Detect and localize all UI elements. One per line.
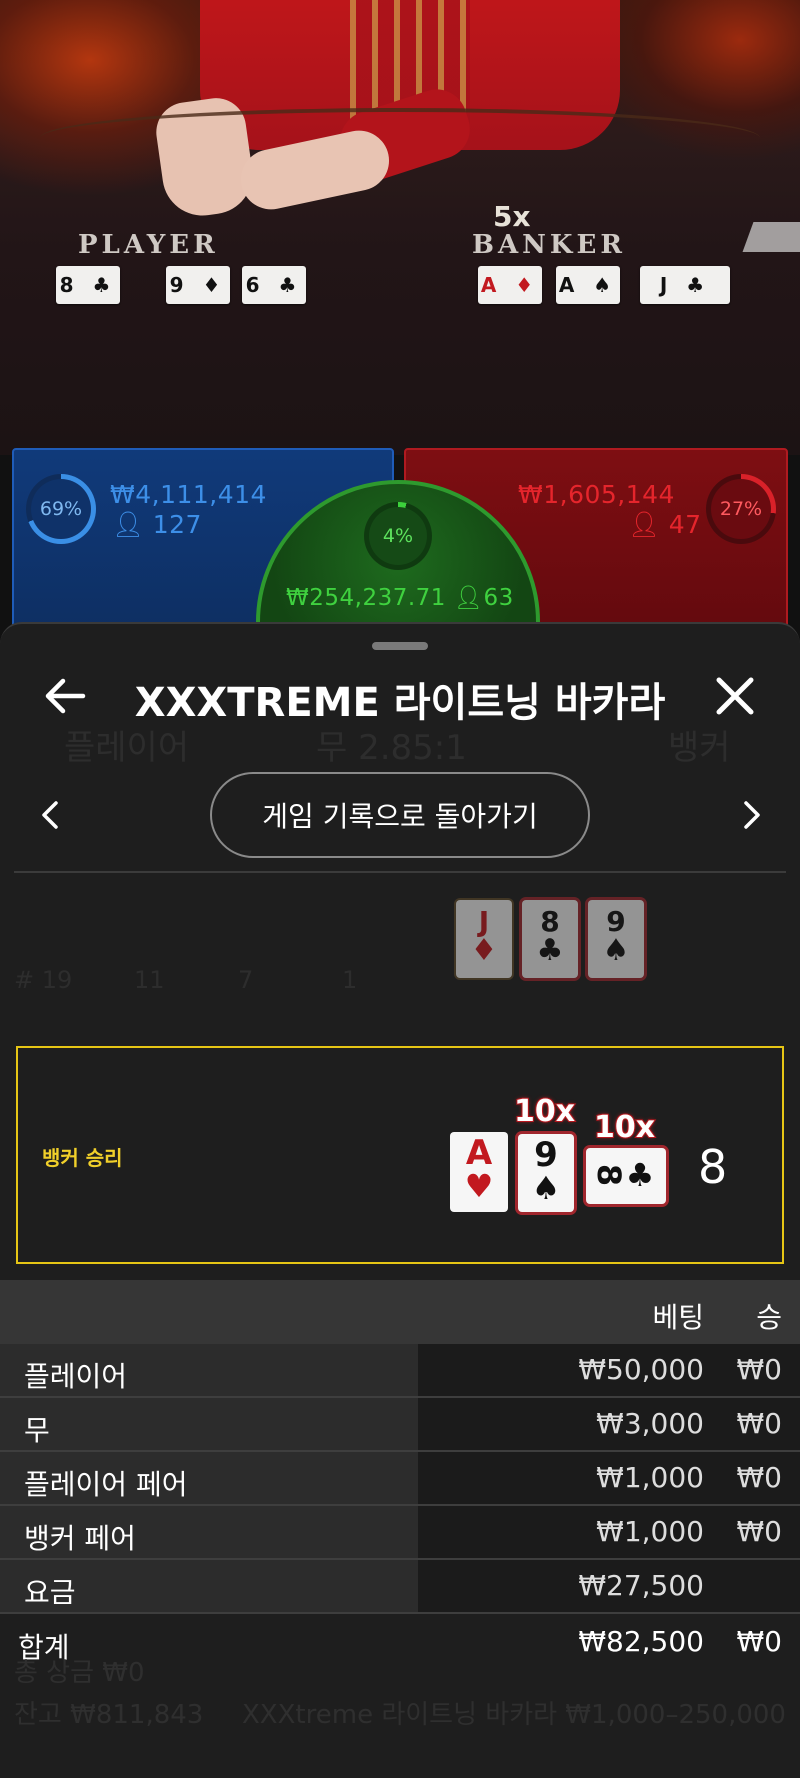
chevron-right-icon xyxy=(744,800,760,829)
previous-round-button[interactable] xyxy=(30,794,70,838)
banker-bettor-count: 👤︎ 47 xyxy=(628,510,702,539)
close-icon xyxy=(716,677,754,714)
table-card-banker-2: A ♠ xyxy=(556,266,620,304)
table-row: 플레이어 페어 ₩1,000 ₩0 xyxy=(0,1452,800,1506)
ghost-tie-count: 1 xyxy=(342,966,358,994)
table-card-banker-3: J ♣ xyxy=(640,266,730,304)
banker-percent: 27% xyxy=(719,498,763,520)
banker-result-row: 뱅커 승리 A ♥ 10x 9 ♠ 10x 8 ♣ 8 xyxy=(16,1046,784,1264)
person-icon: 👤︎ xyxy=(453,585,484,611)
ghost-total-win: 총 상금 ₩0 xyxy=(14,1658,145,1688)
person-icon: 👤︎ xyxy=(628,510,661,539)
banker-total-bet: ₩1,605,144 xyxy=(518,480,675,509)
close-button[interactable] xyxy=(710,674,760,720)
felt-player-label: PLAYER xyxy=(78,230,219,260)
sheet-grabber[interactable] xyxy=(372,642,428,650)
divider xyxy=(14,871,786,873)
game-history-sheet: 플레이어 무 2.85:1 뱅커 # 19 11 7 1 XXXTREME 라이… xyxy=(0,622,800,1778)
player-total-bet: ₩4,111,414 xyxy=(110,480,267,509)
ghost-player-count: 11 xyxy=(134,966,165,994)
banker-hand-total: 8 xyxy=(698,1140,728,1194)
column-win: 승 xyxy=(756,1301,782,1334)
banker-hand-card-3: 8 ♣ xyxy=(586,1148,666,1204)
chevron-left-icon xyxy=(42,800,58,829)
table-header: 베팅 승 xyxy=(0,1280,800,1344)
back-to-history-button[interactable]: 게임 기록으로 돌아가기 xyxy=(210,772,590,858)
ghost-banker-count: 7 xyxy=(238,966,254,994)
column-bet: 베팅 xyxy=(652,1301,704,1334)
back-button[interactable] xyxy=(38,674,92,720)
player-hand-card-3: 9 ♠ xyxy=(588,900,644,978)
card-multiplier-badge: 10x xyxy=(513,1093,576,1130)
result-label: 뱅커 승리 xyxy=(42,1146,123,1170)
player-bettor-count: 👤︎ 127 xyxy=(112,510,202,539)
person-icon: 👤︎ xyxy=(112,510,145,539)
table-row: 플레이어 ₩50,000 ₩0 xyxy=(0,1344,800,1398)
bet-area: 69% ₩4,111,414 👤︎ 127 27% ₩1,605,144 👤︎ … xyxy=(0,448,800,680)
tie-total-bet: ₩254,237.71 👤︎63 xyxy=(286,585,514,611)
player-percent-ring: 69% xyxy=(26,474,96,544)
player-percent: 69% xyxy=(39,498,83,520)
ghost-round-count: # 19 xyxy=(14,966,73,994)
card-multiplier-badge: 10x xyxy=(593,1109,656,1146)
player-hand-card-2: 8 ♣ xyxy=(522,900,578,978)
ghost-table-limits: XXXtreme 라이트닝 바카라 ₩1,000–250,000 xyxy=(242,1700,786,1730)
card-shoe xyxy=(742,222,800,252)
tie-percent-ring: 4% xyxy=(364,502,432,570)
bets-table: 베팅 승 플레이어 ₩50,000 ₩0 무 ₩3,000 ₩0 플레이어 페어… xyxy=(0,1280,800,1670)
ghost-balance: 잔고 ₩811,843 xyxy=(14,1700,204,1730)
arrow-left-icon xyxy=(45,678,86,713)
tie-percent: 4% xyxy=(382,525,414,547)
next-round-button[interactable] xyxy=(732,794,772,838)
banker-hand-card-2: 9 ♠ xyxy=(518,1134,574,1212)
sheet-title: XXXTREME 라이트닝 바카라 xyxy=(134,680,666,726)
table-row: 뱅커 페어 ₩1,000 ₩0 xyxy=(0,1506,800,1560)
live-video-feed: PLAYER 5x BANKER 8 ♣ 9 ♦ 6 ♣ A ♦ A ♠ J ♣ xyxy=(0,0,800,455)
table-row: 요금 ₩27,500 xyxy=(0,1560,800,1614)
banker-hand-card-1: A ♥ xyxy=(450,1132,508,1212)
felt-banker-multiplier: 5x xyxy=(493,200,531,233)
table-card-player-3: 6 ♣ xyxy=(242,266,306,304)
felt-banker-label: BANKER xyxy=(472,230,626,260)
banker-percent-ring: 27% xyxy=(706,474,776,544)
player-hand-card-1: J ♦ xyxy=(456,900,512,978)
table-row: 무 ₩3,000 ₩0 xyxy=(0,1398,800,1452)
table-card-player-1: 8 ♣ xyxy=(56,266,120,304)
table-card-player-2: 9 ♦ xyxy=(166,266,230,304)
table-card-banker-1: A ♦ xyxy=(478,266,542,304)
